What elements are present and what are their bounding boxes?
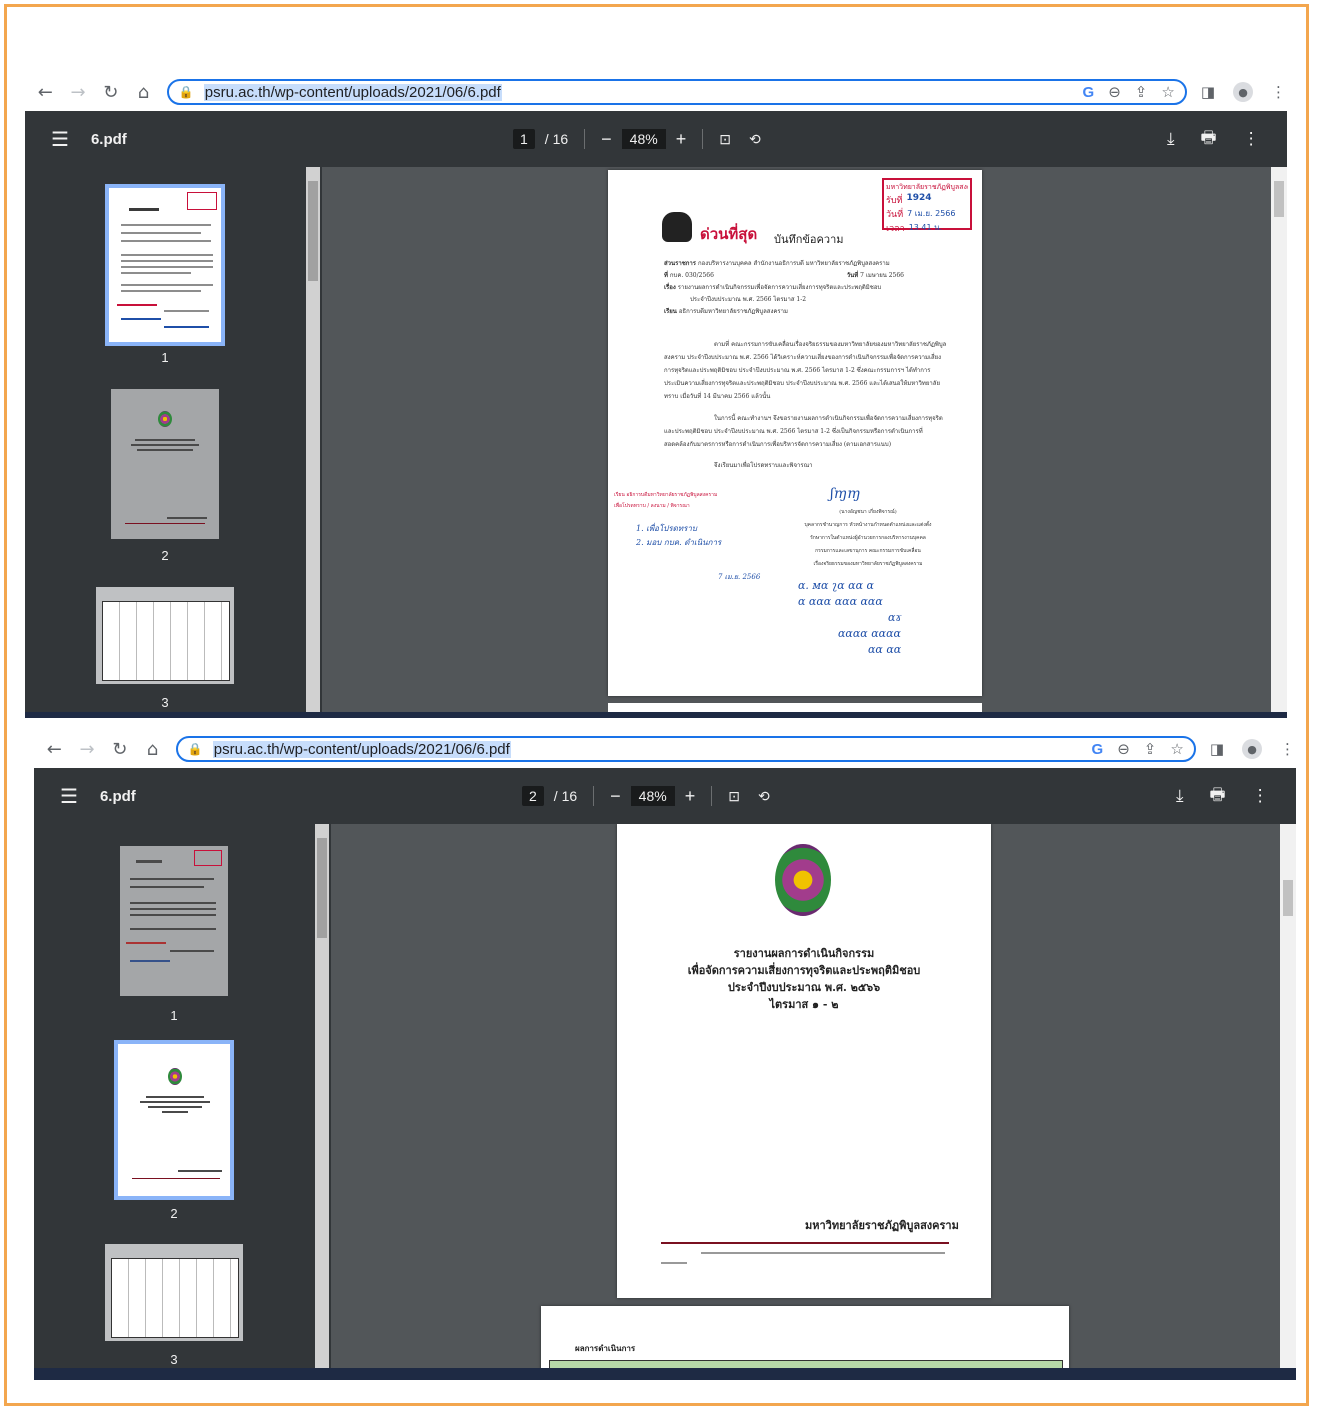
- share-icon[interactable]: ⇪: [1144, 740, 1157, 758]
- rotate-icon[interactable]: ⟲: [758, 788, 770, 805]
- pdf-page-2: รายงานผลการดำเนินกิจกรรม เพื่อจัดการความ…: [617, 824, 991, 1298]
- bottom-screenshot: ← → ↻ ⌂ 🔒 psru.ac.th/wp-content/uploads/…: [0, 0, 1319, 1412]
- zoom-in-icon[interactable]: +: [685, 786, 696, 807]
- thumbnail-page-1[interactable]: [120, 846, 228, 996]
- reload-icon[interactable]: ↻: [110, 738, 129, 760]
- more-options-icon[interactable]: ⋮: [1252, 786, 1269, 806]
- report-title-line-2: เพื่อจัดการความเสี่ยงการทุจริตและประพฤติ…: [687, 964, 921, 977]
- sidebar-scrollbar[interactable]: [315, 824, 329, 1370]
- zoom-level-input[interactable]: 48%: [630, 786, 675, 806]
- divider: [593, 786, 595, 806]
- report-title-line-1: รายงานผลการดำเนินกิจกรรม: [733, 947, 875, 960]
- pdf-file-name: 6.pdf: [99, 787, 136, 805]
- footer-rule: [661, 1242, 949, 1244]
- sidebar-menu-icon[interactable]: ☰: [60, 784, 78, 809]
- bookmark-star-icon[interactable]: ☆: [1170, 740, 1183, 758]
- thumbnail-sidebar: 1 2 3: [34, 824, 331, 1370]
- page3-header: ผลการดำเนินการ: [575, 1343, 636, 1353]
- taskbar-strip: [34, 1368, 1296, 1380]
- footer-text-line: [661, 1262, 687, 1264]
- page-total: / 16: [553, 788, 578, 804]
- google-lens-icon[interactable]: G: [1092, 741, 1104, 758]
- thumbnail-label-1: 1: [170, 1008, 178, 1023]
- fit-page-icon[interactable]: ⊡: [728, 788, 740, 805]
- pdf-content-area: 1 2 3 รายงานผลการดำเนินกิจกรรม เพื่อจัดก…: [34, 824, 1296, 1370]
- profile-avatar-icon[interactable]: ●: [1242, 739, 1262, 759]
- omnibox[interactable]: 🔒 psru.ac.th/wp-content/uploads/2021/06/…: [175, 736, 1196, 762]
- divider: [711, 786, 713, 806]
- lock-icon[interactable]: 🔒: [188, 742, 203, 756]
- url-text[interactable]: psru.ac.th/wp-content/uploads/2021/06/6.…: [212, 740, 511, 758]
- zoom-icon[interactable]: ⊖: [1117, 740, 1130, 758]
- thumbnail-page-3[interactable]: [105, 1244, 243, 1341]
- thumbnail-label-2: 2: [170, 1206, 178, 1221]
- forward-icon[interactable]: →: [78, 738, 97, 760]
- footer-text-line: [701, 1252, 945, 1254]
- chrome-menu-icon[interactable]: ⋮: [1280, 740, 1295, 758]
- page-number-input[interactable]: 2: [522, 786, 544, 806]
- home-icon[interactable]: ⌂: [143, 738, 162, 760]
- report-title-line-4: ไตรมาส ๑ - ๒: [769, 998, 839, 1011]
- pdf-page-3: ผลการดำเนินการ: [541, 1306, 1069, 1370]
- university-name: มหาวิทยาลัยราชภัฏพิบูลสงคราม: [805, 1219, 959, 1232]
- thumbnail-label-3: 3: [170, 1352, 178, 1367]
- back-icon[interactable]: ←: [45, 738, 64, 760]
- main-scrollbar[interactable]: [1280, 824, 1296, 1370]
- download-icon[interactable]: ⤓: [1176, 786, 1184, 806]
- address-bar-row: ← → ↻ ⌂ 🔒 psru.ac.th/wp-content/uploads/…: [45, 732, 1295, 766]
- print-icon[interactable]: 🖶: [1210, 782, 1226, 811]
- thumbnail-page-2[interactable]: [114, 1040, 234, 1200]
- zoom-out-icon[interactable]: −: [610, 786, 621, 807]
- report-title-line-3: ประจำปีงบประมาณ พ.ศ. ๒๕๖๖: [727, 981, 881, 994]
- pdf-toolbar: ☰ 6.pdf 2 / 16 − 48% + ⊡ ⟲ ⤓ 🖶 ⋮: [34, 768, 1296, 824]
- university-seal-icon: [775, 844, 831, 916]
- side-panel-icon[interactable]: ◨: [1210, 740, 1224, 758]
